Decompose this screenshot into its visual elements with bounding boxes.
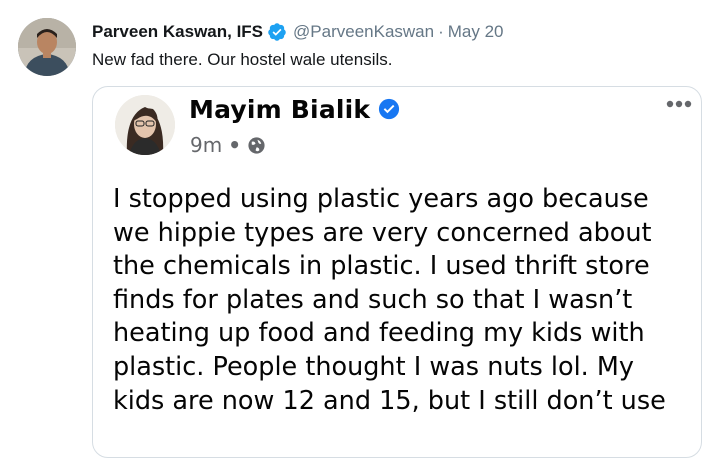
quoted-post-meta: 9m • bbox=[190, 131, 266, 159]
quoted-body-line: heating up food and feeding my kids with bbox=[113, 318, 645, 349]
tweet[interactable]: Parveen Kaswan, IFS @ParveenKaswan · May… bbox=[0, 0, 704, 458]
globe-icon bbox=[247, 136, 266, 155]
quoted-body-line: we hippie types are very concerned about bbox=[113, 217, 652, 248]
tweet-date[interactable]: May 20 bbox=[448, 20, 504, 44]
meta-separator: • bbox=[228, 133, 242, 157]
quoted-body-line: the chemicals in plastic. I used thrift … bbox=[113, 251, 650, 282]
author-handle[interactable]: @ParveenKaswan bbox=[293, 20, 434, 44]
quoted-author-avatar[interactable] bbox=[115, 95, 175, 155]
quoted-post-body: I stopped using plastic years ago becaus… bbox=[113, 183, 698, 418]
header-separator: · bbox=[438, 22, 444, 41]
quoted-author-name[interactable]: Mayim Bialik bbox=[189, 95, 370, 124]
verified-badge-icon bbox=[267, 22, 287, 42]
quoted-body-line: finds for plates and such so that I wasn… bbox=[113, 284, 633, 315]
author-name[interactable]: Parveen Kaswan, IFS bbox=[92, 20, 263, 44]
verified-badge-icon bbox=[378, 98, 400, 120]
tweet-header: Parveen Kaswan, IFS @ParveenKaswan · May… bbox=[92, 20, 504, 44]
more-horizontal-icon[interactable] bbox=[665, 97, 693, 109]
author-avatar[interactable] bbox=[18, 18, 76, 76]
quoted-post-time[interactable]: 9m bbox=[190, 133, 222, 157]
quoted-author-row: Mayim Bialik bbox=[189, 91, 400, 127]
quoted-post-card[interactable]: Mayim Bialik 9m • I stopped using plasti… bbox=[92, 86, 702, 458]
tweet-text: New fad there. Our hostel wale utensils. bbox=[92, 50, 393, 69]
quoted-body-line: plastic. People thought I was nuts lol. … bbox=[113, 351, 634, 382]
quoted-body-line: I stopped using plastic years ago becaus… bbox=[113, 184, 649, 214]
quoted-body-line: kids are now 12 and 15, but I still don’… bbox=[113, 385, 666, 416]
